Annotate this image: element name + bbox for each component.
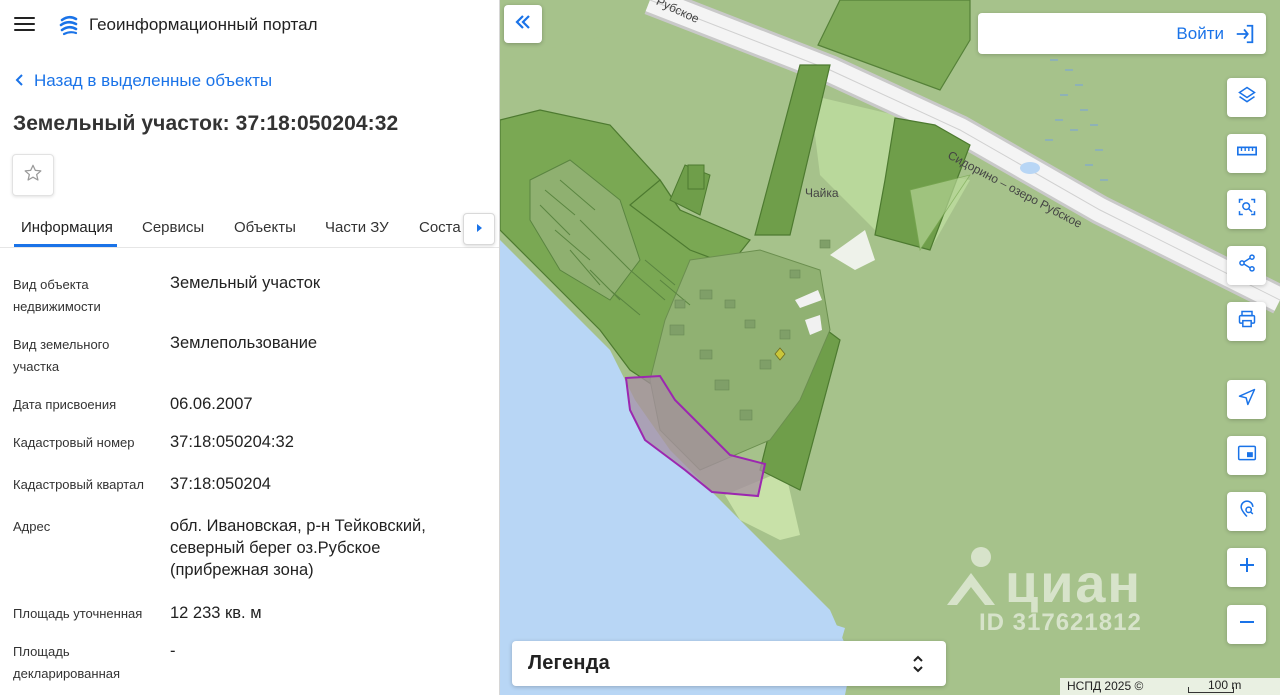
page-title: Земельный участок: 37:18:050204:32 <box>13 112 399 135</box>
detail-label: Площадь декларированная <box>13 644 121 681</box>
app-title: Геоинформационный портал <box>89 15 318 34</box>
select-area-icon <box>1237 197 1257 222</box>
tab-services[interactable]: Сервисы <box>142 219 204 236</box>
detail-label: Вид земельного участка <box>13 337 110 374</box>
top-bar: Геоинформационный портал <box>0 0 499 50</box>
star-icon <box>23 163 43 188</box>
back-link[interactable]: Назад в выделенные объекты <box>14 71 272 91</box>
info-panel: Геоинформационный портал Назад в выделен… <box>0 0 500 695</box>
navigate-icon <box>1237 387 1257 412</box>
attribution-text: НСПД 2025 © <box>1067 679 1144 693</box>
tab-bar: Информация Сервисы Объекты Части ЗУ Сост… <box>0 210 499 248</box>
login-icon <box>1234 23 1256 50</box>
location-search-button[interactable] <box>1227 492 1266 531</box>
layers-icon <box>1237 85 1257 110</box>
detail-label: Адрес <box>13 519 51 534</box>
detail-value: 12 233 кв. м <box>170 604 262 622</box>
map-attribution: НСПД 2025 © 100 m <box>1060 678 1280 695</box>
detail-label: Кадастровый квартал <box>13 477 144 492</box>
minimap-button[interactable] <box>1227 436 1266 475</box>
share-button[interactable] <box>1227 246 1266 285</box>
print-icon <box>1237 309 1257 334</box>
map-canvas[interactable]: Чайка Сидорино – озеро Рубское Рубское <box>500 0 1280 695</box>
picture-in-picture-icon <box>1237 443 1257 468</box>
tab-composition[interactable]: Соста <box>419 219 461 236</box>
share-icon <box>1237 253 1257 278</box>
select-area-button[interactable] <box>1227 190 1266 229</box>
sort-icon <box>912 654 924 679</box>
tab-objects[interactable]: Объекты <box>234 219 296 236</box>
detail-value: обл. Ивановская, р-н Тейковский, северны… <box>170 517 426 579</box>
tab-information[interactable]: Информация <box>21 219 113 236</box>
navigate-button[interactable] <box>1227 380 1266 419</box>
favorite-button[interactable] <box>12 154 54 196</box>
ruler-button[interactable] <box>1227 134 1266 173</box>
legend-label: Легенда <box>528 652 610 674</box>
login-button[interactable]: Войти <box>978 13 1266 54</box>
layers-button[interactable] <box>1227 78 1266 117</box>
detail-value: 06.06.2007 <box>170 395 253 413</box>
scale-bar <box>1188 687 1234 693</box>
detail-value: 37:18:050204:32 <box>170 433 294 451</box>
ruler-icon <box>1236 141 1258 166</box>
tab-parcel-parts[interactable]: Части ЗУ <box>325 219 389 236</box>
tabs-scroll-right-button[interactable] <box>463 213 495 245</box>
detail-label: Площадь уточненная <box>13 606 143 621</box>
collapse-panel-button[interactable] <box>504 5 542 43</box>
detail-label: Дата присвоения <box>13 397 117 412</box>
zoom-in-button[interactable] <box>1227 548 1266 587</box>
back-link-label: Назад в выделенные объекты <box>34 71 273 90</box>
detail-value: Землепользование <box>170 334 318 352</box>
detail-value: 37:18:050204 <box>170 475 271 493</box>
zoom-out-icon <box>1238 613 1256 636</box>
zoom-in-icon <box>1238 556 1256 579</box>
double-chevron-left-icon <box>514 14 532 35</box>
detail-value: - <box>170 642 176 660</box>
detail-label: Кадастровый номер <box>13 435 135 450</box>
menu-icon[interactable] <box>14 15 36 33</box>
detail-label: Вид объекта недвижимости <box>13 277 101 314</box>
chevron-left-icon <box>14 71 34 91</box>
zoom-out-button[interactable] <box>1227 605 1266 644</box>
print-button[interactable] <box>1227 302 1266 341</box>
detail-value: Земельный участок <box>170 274 321 292</box>
caret-right-icon <box>475 220 483 238</box>
portal-logo <box>58 14 80 36</box>
location-search-icon <box>1237 499 1257 524</box>
map-graphics <box>500 0 1280 695</box>
active-tab-indicator <box>14 244 117 247</box>
village-label: Чайка <box>805 186 839 200</box>
legend-dropdown[interactable]: Легенда <box>512 641 946 686</box>
login-label: Войти <box>1176 24 1224 43</box>
